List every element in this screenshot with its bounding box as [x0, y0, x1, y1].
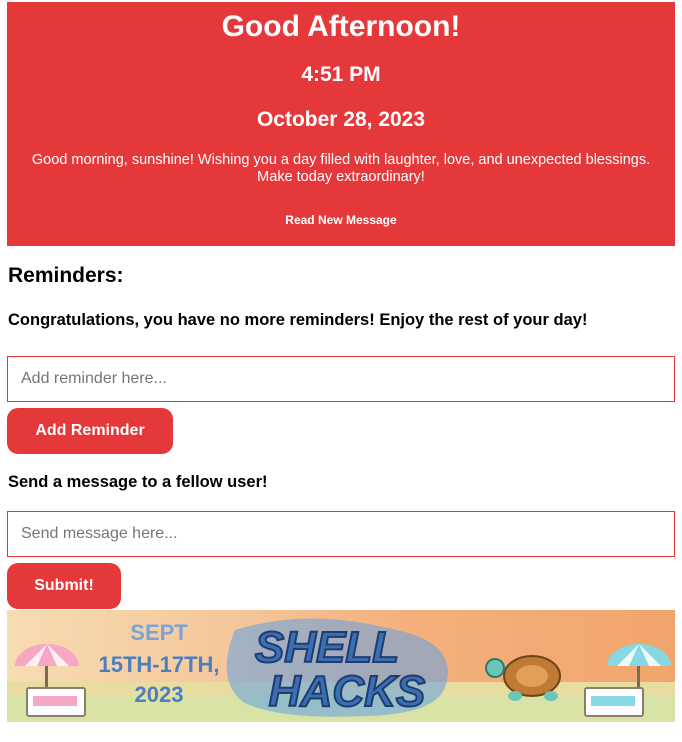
banner-date-line3: 2023 — [135, 682, 184, 707]
message-input[interactable] — [7, 511, 675, 557]
submit-message-button[interactable]: Submit! — [7, 563, 121, 609]
banner-date-line1: SEPT — [130, 620, 188, 645]
no-reminders-text: Congratulations, you have no more remind… — [8, 311, 588, 329]
current-time: 4:51 PM — [301, 63, 381, 86]
banner-logo-line1: SHELL — [255, 623, 399, 672]
daily-message: Good morning, sunshine! Wishing you a da… — [31, 152, 651, 185]
banner-logo-line2: HACKS — [269, 667, 425, 716]
banner-date-line2: 15TH-17TH, — [98, 652, 219, 677]
send-message-label: Send a message to a fellow user! — [8, 473, 268, 491]
reminder-input[interactable] — [7, 356, 675, 402]
shellhacks-banner: SEPT 15TH-17TH, 2023 SHELL HACKS — [7, 610, 675, 722]
add-reminder-button[interactable]: Add Reminder — [7, 408, 173, 454]
greeting-title: Good Afternoon! — [221, 10, 461, 43]
current-date: October 28, 2023 — [256, 108, 426, 131]
greeting-header: Good Afternoon! 4:51 PM October 28, 2023… — [7, 2, 675, 246]
reminders-heading: Reminders: — [8, 264, 124, 287]
read-new-message-link[interactable]: Read New Message — [7, 213, 675, 227]
